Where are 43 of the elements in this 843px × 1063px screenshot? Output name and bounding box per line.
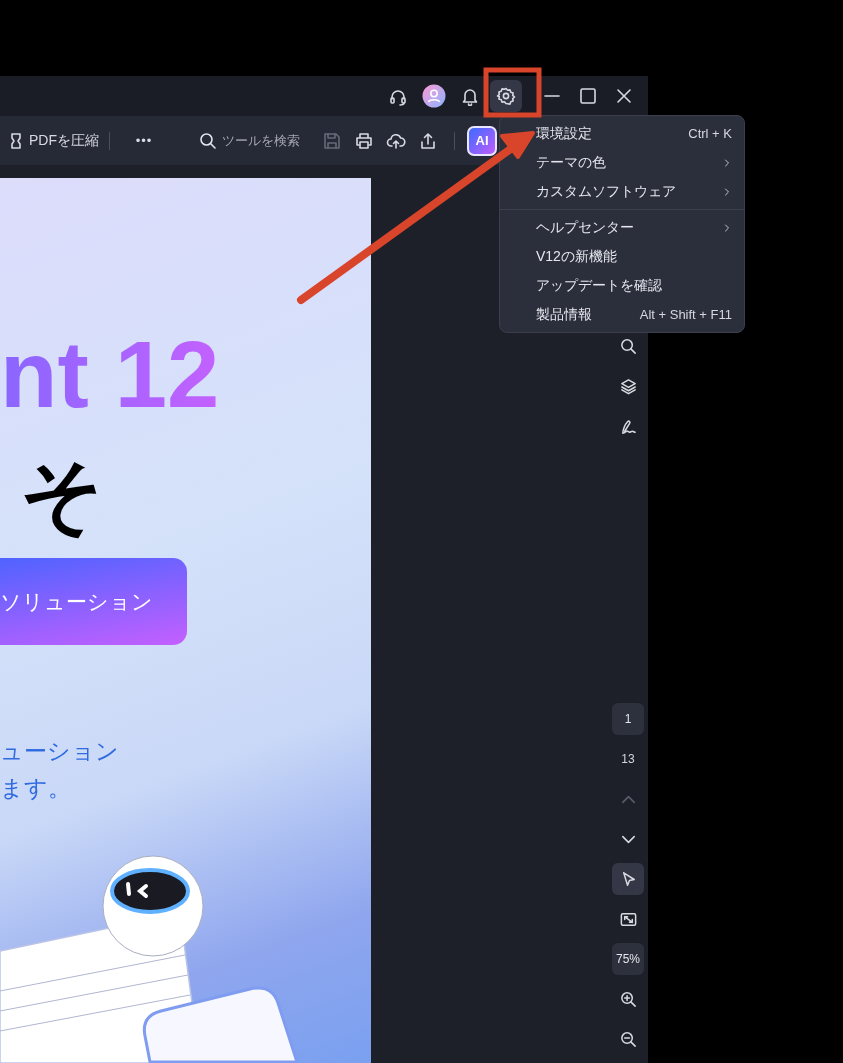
body-text-line: ューション bbox=[0, 737, 119, 767]
document-heading: そ bbox=[20, 450, 104, 541]
settings-button[interactable] bbox=[490, 80, 522, 112]
zoom-out-icon bbox=[618, 1029, 638, 1049]
minimize-icon bbox=[542, 95, 562, 97]
shortcut-text: Alt + Shift + F11 bbox=[639, 305, 732, 324]
page-number-field[interactable]: 1 bbox=[612, 703, 644, 735]
menu-item[interactable]: V12の新機能 bbox=[500, 242, 744, 271]
menu-item[interactable]: カスタムソフトウェア bbox=[500, 177, 744, 206]
settings-icon bbox=[496, 86, 516, 106]
bell-icon bbox=[460, 86, 480, 106]
menu-item[interactable]: 環境設定 Ctrl + K bbox=[500, 119, 744, 148]
menu-item-label: カスタムソフトウェア bbox=[536, 182, 676, 201]
search-icon bbox=[618, 336, 638, 356]
menu-item[interactable]: 製品情報 Alt + Shift + F11 bbox=[500, 300, 744, 329]
save-icon bbox=[322, 130, 342, 151]
search-icon bbox=[198, 130, 218, 151]
menu-item[interactable]: ヘルプセンター bbox=[500, 213, 744, 242]
tool-search-field[interactable]: ツールを検索 bbox=[198, 130, 308, 151]
page-total: 13 bbox=[621, 751, 635, 768]
menu-item-label: V12の新機能 bbox=[536, 247, 617, 266]
banner-text: ソリューション bbox=[0, 558, 187, 646]
printer-icon bbox=[354, 130, 374, 151]
ai-assistant-button[interactable]: AI bbox=[467, 125, 497, 156]
close-icon bbox=[614, 86, 634, 106]
body-text-line: ます。 bbox=[0, 774, 71, 803]
menu-item-label: テーマの色 bbox=[536, 153, 606, 172]
share-icon bbox=[418, 130, 438, 151]
layers-icon bbox=[618, 376, 638, 396]
compress-pdf-button[interactable]: PDFを圧縮 bbox=[0, 124, 99, 157]
maximize-icon bbox=[578, 86, 598, 106]
shortcut-text: Ctrl + K bbox=[688, 124, 732, 143]
zoom-in-icon bbox=[618, 989, 638, 1009]
menu-item-label: 環境設定 bbox=[536, 124, 592, 143]
highlight-frame bbox=[483, 67, 542, 118]
menu-item-label: ヘルプセンター bbox=[536, 218, 634, 237]
more-button[interactable]: ••• bbox=[124, 124, 164, 157]
menu-item-label: 製品情報 bbox=[536, 305, 592, 324]
menu-item-label: アップデートを確認 bbox=[536, 276, 662, 295]
zoom-level[interactable]: 75% bbox=[612, 943, 644, 975]
menu-item[interactable]: テーマの色 bbox=[500, 148, 744, 177]
select-tool-button[interactable] bbox=[612, 863, 644, 895]
menu-item[interactable]: アップデートを確認 bbox=[500, 271, 744, 300]
